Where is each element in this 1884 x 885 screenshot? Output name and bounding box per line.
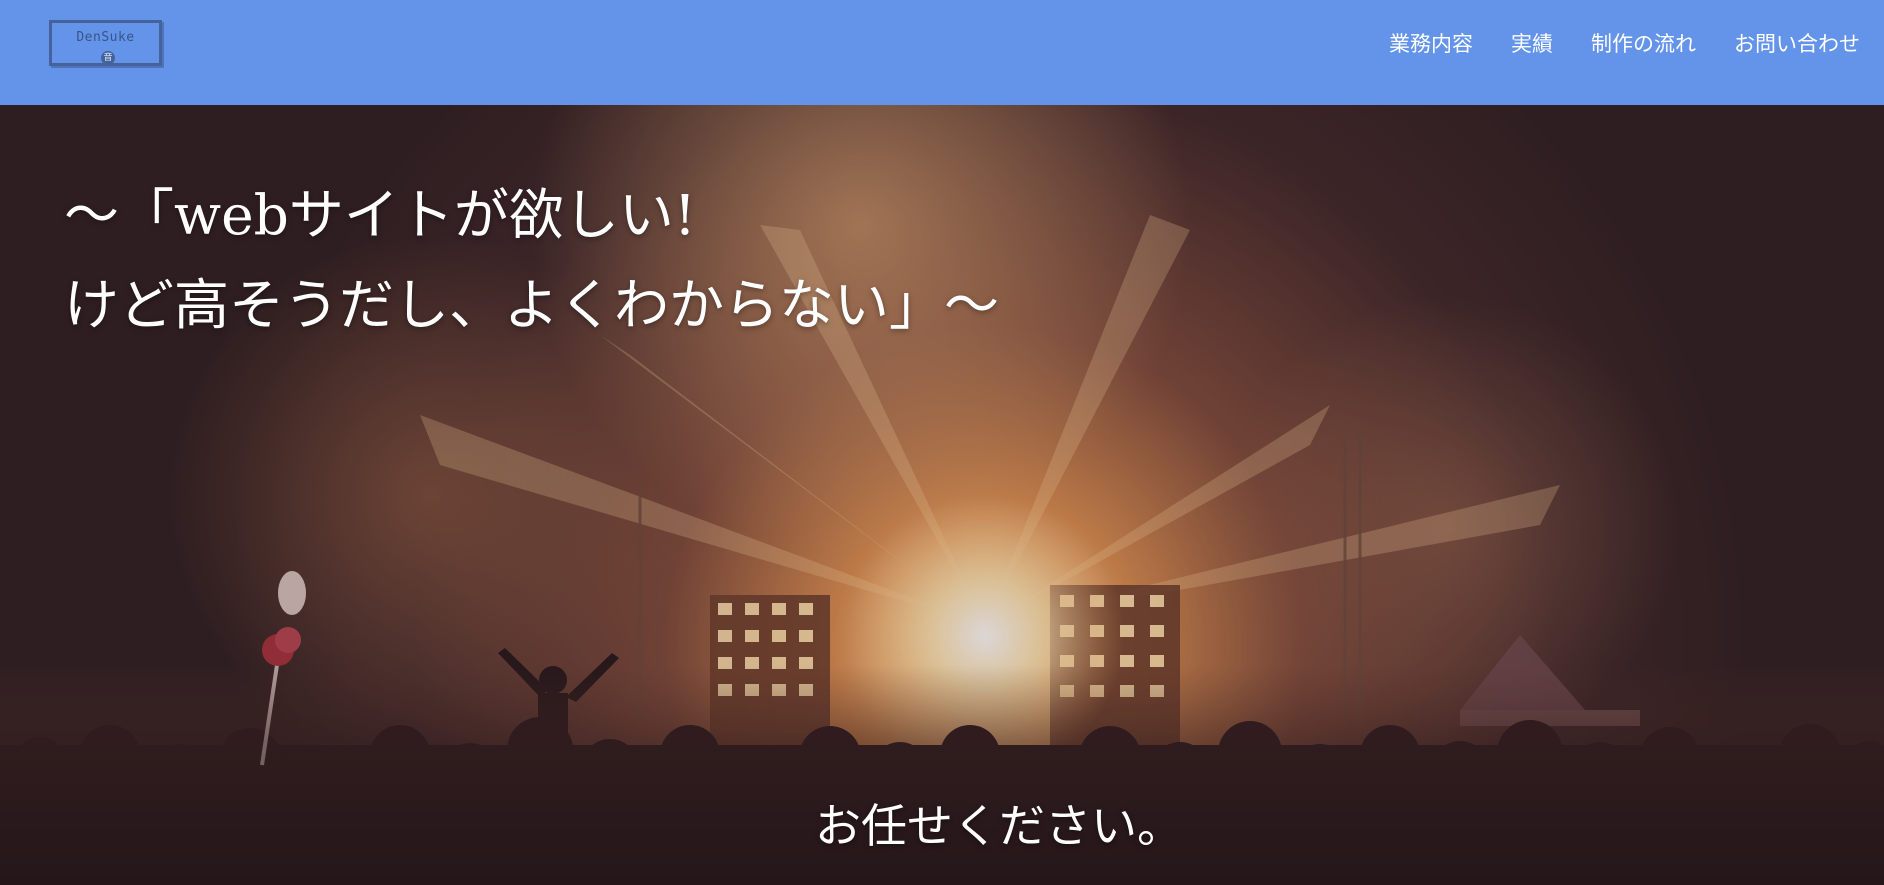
nav-item-works[interactable]: 実績	[1473, 28, 1553, 60]
logo-text: DenSuke	[76, 30, 135, 45]
nav-item-services[interactable]: 業務内容	[1389, 28, 1473, 60]
hero-headline-line1: 〜「webサイトが欲しい!	[64, 183, 696, 247]
hero-headline-line2: けど高そうだし、よくわからない」〜	[64, 273, 1000, 337]
site-header: DenSuke 音 業務内容 実績 制作の流れ お問い合わせ	[0, 0, 1884, 105]
main-nav: 業務内容 実績 制作の流れ お問い合わせ	[1389, 28, 1860, 60]
nav-item-flow[interactable]: 制作の流れ	[1553, 28, 1696, 60]
logo-mark-icon: 音	[101, 51, 115, 65]
hero-headline: 〜「webサイトが欲しい! けど高そうだし、よくわからない」〜	[64, 170, 999, 350]
nav-item-contact[interactable]: お問い合わせ	[1696, 28, 1860, 60]
hero-tagline: お任せください。	[815, 799, 1183, 853]
site-logo[interactable]: DenSuke 音	[49, 20, 162, 66]
